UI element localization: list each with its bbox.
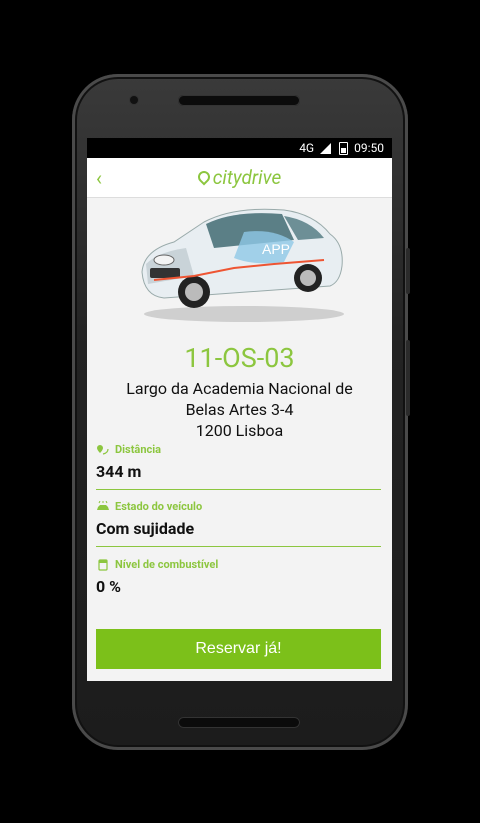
app-bar: ‹ citydrive xyxy=(87,158,392,198)
clock: 09:50 xyxy=(354,141,384,155)
divider xyxy=(96,489,381,490)
logo-text: citydrive xyxy=(212,166,282,189)
status-bar: 4G 09:50 xyxy=(87,138,392,158)
address-line-1: Largo da Academia Nacional de xyxy=(126,379,353,398)
license-plate: 11-OS-03 xyxy=(184,342,295,374)
fuel-level-field: Nível de combustível 0 % xyxy=(96,558,381,596)
distance-field: Distância 344 m xyxy=(96,443,381,481)
address-line-3: 1200 Lisboa xyxy=(195,421,284,440)
distance-label: Distância xyxy=(115,443,162,456)
signal-icon xyxy=(320,142,332,154)
fuel-level-value: 0 % xyxy=(96,577,121,596)
front-camera xyxy=(130,96,138,104)
top-speaker xyxy=(178,95,300,106)
volume-button xyxy=(406,248,410,294)
vehicle-status-field: Estado do veículo Com sujidade xyxy=(96,500,381,538)
network-label: 4G xyxy=(299,141,315,155)
vehicle-status-value: Com sujidade xyxy=(96,519,195,538)
app-logo: citydrive xyxy=(87,166,392,189)
address: Largo da Academia Nacional de Belas Arte… xyxy=(87,378,392,441)
bottom-speaker xyxy=(178,717,300,728)
fuel-level-label: Nível de combustível xyxy=(115,558,219,571)
route-pin-icon xyxy=(97,444,109,455)
car-image: APP xyxy=(141,208,344,322)
location-pin-icon xyxy=(195,168,213,186)
screen: 4G 09:50 ‹ citydrive APP 11-OS-03 Largo … xyxy=(87,138,392,681)
power-button xyxy=(406,340,410,416)
battery-icon xyxy=(339,141,349,155)
distance-value: 344 m xyxy=(96,462,142,481)
address-line-2: Belas Artes 3-4 xyxy=(185,400,294,419)
car-decal-text: APP xyxy=(262,241,290,257)
fuel-tank-icon xyxy=(98,558,108,571)
car-wash-icon xyxy=(97,500,109,510)
divider xyxy=(96,546,381,547)
vehicle-status-label: Estado do veículo xyxy=(115,500,203,513)
reserve-button[interactable]: Reservar já! xyxy=(96,629,381,669)
